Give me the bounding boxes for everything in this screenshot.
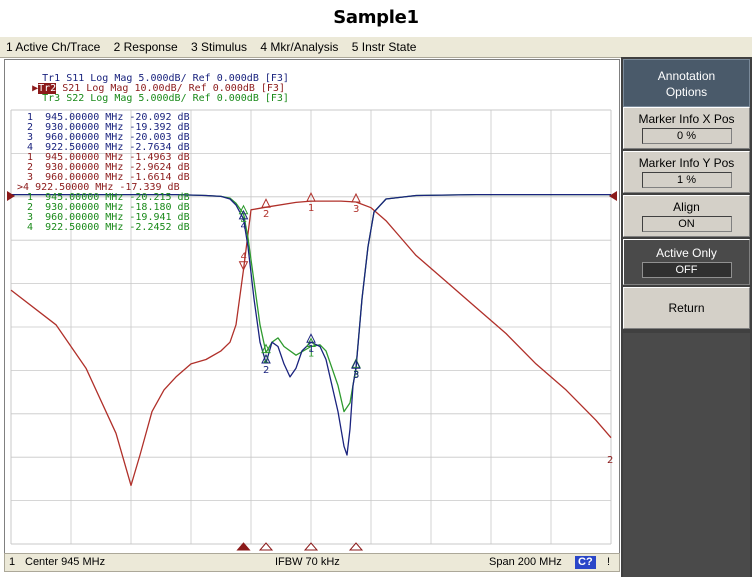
marker-flag-label: 4 bbox=[241, 221, 247, 232]
align-label: Align bbox=[673, 200, 700, 214]
menu-stimulus[interactable]: 3 Stimulus bbox=[191, 40, 247, 54]
active-only-label: Active Only bbox=[656, 246, 717, 260]
measurement-screen: Tr1 S11 Log Mag 5.000dB/ Ref 0.000dB [F3… bbox=[4, 59, 620, 554]
ref-right-arrow-icon bbox=[609, 191, 617, 201]
marker-flag-icon[interactable] bbox=[261, 198, 271, 208]
align-button[interactable]: Align ON bbox=[623, 195, 750, 237]
return-label: Return bbox=[668, 301, 705, 315]
marker-flag-label: 3 bbox=[353, 370, 359, 381]
marker-flag-label: 4 bbox=[241, 252, 247, 263]
marker-flag-label: 2 bbox=[263, 365, 269, 376]
softkey-empty-area bbox=[623, 333, 750, 577]
marker-flag-label: 3 bbox=[353, 204, 359, 215]
marker-flag-icon[interactable] bbox=[351, 192, 361, 203]
menu-mkr-analysis[interactable]: 4 Mkr/Analysis bbox=[260, 40, 338, 54]
align-value: ON bbox=[641, 216, 732, 232]
marker-y-label: Marker Info Y Pos bbox=[638, 156, 735, 170]
marker-flag-label: 1 bbox=[308, 203, 314, 214]
annotation-options-header[interactable]: Annotation Options bbox=[623, 59, 750, 107]
softkey-panel: Annotation Options Marker Info X Pos 0 %… bbox=[621, 57, 752, 577]
return-button[interactable]: Return bbox=[623, 287, 750, 329]
trace-end-label: 2 bbox=[607, 455, 613, 466]
window-title: Sample1 bbox=[333, 7, 419, 28]
marker-x-value[interactable]: 0 % bbox=[641, 128, 732, 144]
menu-instr-state[interactable]: 5 Instr State bbox=[352, 40, 417, 54]
marker-row: 4 922.50000 MHz -2.2452 dB bbox=[27, 222, 190, 233]
marker-flag-label: 2 bbox=[263, 209, 269, 220]
marker-y-value[interactable]: 1 % bbox=[641, 172, 732, 188]
status-ifbw[interactable]: IFBW 70 kHz bbox=[275, 554, 340, 571]
status-cal-indicator[interactable]: C? bbox=[575, 556, 596, 569]
marker-flag-label: 1 bbox=[308, 344, 314, 355]
status-warning: ! bbox=[607, 556, 611, 568]
active-only-value: OFF bbox=[641, 262, 732, 278]
marker-x-label: Marker Info X Pos bbox=[638, 112, 735, 126]
marker-info-y-pos-button[interactable]: Marker Info Y Pos 1 % bbox=[623, 151, 750, 193]
softkey-header-label: Annotation Options bbox=[657, 69, 716, 99]
marker-table: 1 945.00000 MHz -20.092 dB 2 930.00000 M… bbox=[17, 113, 190, 233]
status-center-freq[interactable]: Center 945 MHz bbox=[25, 554, 105, 571]
status-channel: 1 bbox=[9, 556, 16, 568]
menu-response[interactable]: 2 Response bbox=[114, 40, 178, 54]
menu-active-ch-trace[interactable]: 1 Active Ch/Trace bbox=[6, 40, 100, 54]
marker-info-x-pos-button[interactable]: Marker Info X Pos 0 % bbox=[623, 107, 750, 149]
status-span[interactable]: Span 200 MHz bbox=[489, 554, 562, 571]
active-only-button[interactable]: Active Only OFF bbox=[623, 239, 750, 285]
status-bar: 1 Center 945 MHz IFBW 70 kHz Span 200 MH… bbox=[4, 553, 620, 572]
menu-bar: 1 Active Ch/Trace 2 Response 3 Stimulus … bbox=[0, 37, 752, 58]
